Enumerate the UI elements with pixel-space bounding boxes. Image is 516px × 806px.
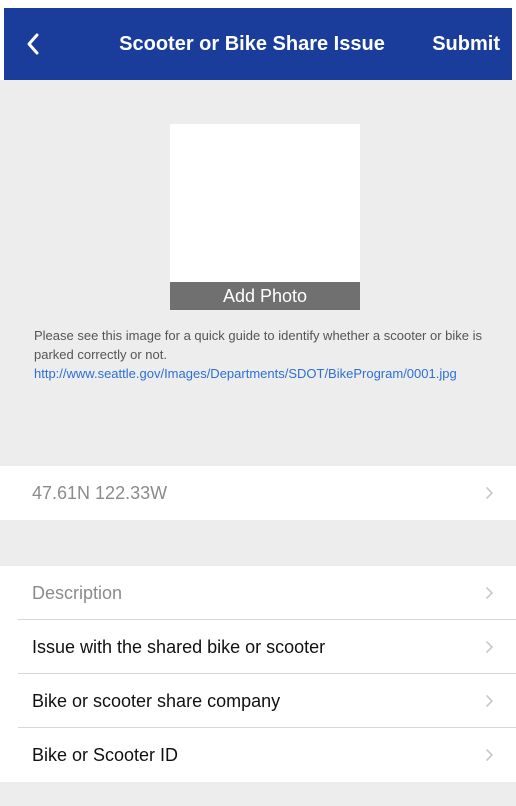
back-button[interactable] [20,30,48,58]
description-label: Description [32,583,123,603]
chevron-right-icon [486,749,493,761]
location-value: 47.61N 122.33W [32,483,168,503]
share-company-label: Bike or scooter share company [32,691,281,711]
chevron-right-icon [486,641,493,653]
guide-link[interactable]: http://www.seattle.gov/Images/Department… [34,366,457,381]
issue-type-label: Issue with the shared bike or scooter [32,637,326,657]
chevron-right-icon [486,587,493,599]
location-row[interactable]: 47.61N 122.33W [0,466,516,520]
add-photo-button[interactable]: Add Photo [170,282,360,310]
photo-section: Add Photo Please see this image for a qu… [0,80,516,466]
guide-description: Please see this image for a quick guide … [34,328,483,362]
page-title: Scooter or Bike Share Issue [119,33,385,55]
issue-type-row[interactable]: Issue with the shared bike or scooter [0,620,516,674]
chevron-left-icon [27,33,39,55]
vehicle-id-row[interactable]: Bike or Scooter ID [0,728,516,782]
navigation-bar: Scooter or Bike Share Issue Submit [4,8,512,80]
submit-button[interactable]: Submit [432,30,500,58]
chevron-right-icon [486,487,493,499]
share-company-row[interactable]: Bike or scooter share company [0,674,516,728]
description-row[interactable]: Description [0,566,516,620]
photo-guide-text: Please see this image for a quick guide … [34,326,494,383]
vehicle-id-label: Bike or Scooter ID [32,745,179,765]
chevron-right-icon [486,695,493,707]
